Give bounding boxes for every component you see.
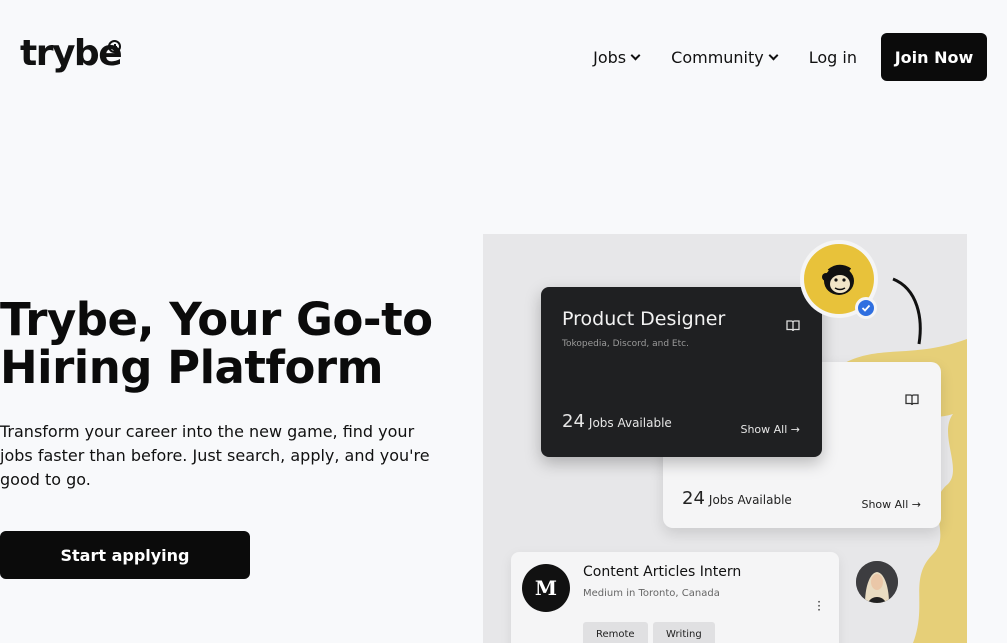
job-company-location: Medium in Toronto, Canada [583,588,720,599]
nav-community-dropdown[interactable]: Community [671,47,779,67]
chevron-down-icon [768,50,779,60]
hero-subtitle-line: good to go. [0,470,91,489]
job-title: Product Designer [562,308,726,330]
user-avatar [856,561,898,603]
location-prefix: in [626,588,636,599]
company-name: Medium [583,588,623,599]
job-tag: Writing [653,622,715,643]
book-icon [786,320,800,332]
hero-subtitle-line: Transform your career into the new game,… [0,422,415,441]
hero-subtitle: Transform your career into the new game,… [0,420,440,492]
jobs-count-number: 24 [562,411,585,432]
featured-job-card[interactable]: Product Designer Tokopedia, Discord, and… [541,287,822,457]
more-options-icon[interactable]: · · · [817,596,821,616]
verified-badge-icon [855,297,877,319]
monkey-icon [822,264,854,295]
hero-title: Trybe, Your Go-to Hiring Platform [0,296,433,392]
logo-plus-icon [108,40,121,53]
show-all-link[interactable]: Show All → [740,423,800,436]
job-companies: Tokopedia, Discord, and Etc. [562,339,689,349]
job-location: Toronto, Canada [638,588,720,599]
start-applying-button[interactable]: Start applying [0,531,250,579]
jobs-count-label: Jobs Available [708,493,792,507]
hero-title-line: Trybe, Your Go-to [0,293,433,346]
show-all-link[interactable]: Show All → [861,498,921,511]
book-icon [905,394,919,406]
jobs-count: 24 Jobs Available [562,411,672,432]
medium-logo-icon: M [522,564,570,612]
jobs-count: 24 Jobs Available [682,488,792,509]
hero-illustration: 24 Jobs Available Show All → Product Desi… [483,234,967,643]
nav-jobs-dropdown[interactable]: Jobs [593,47,641,67]
trybe-logo[interactable]: trybe [20,34,123,74]
person-photo-icon [856,561,898,603]
nav-community-label: Community [671,47,764,67]
jobs-count-number: 24 [682,488,705,509]
chevron-down-icon [630,50,641,60]
nav-jobs-label: Jobs [593,47,627,67]
check-icon [861,304,871,312]
hero-title-line: Hiring Platform [0,341,383,394]
job-tag: Remote [583,622,648,643]
jobs-count-label: Jobs Available [588,416,672,430]
top-nav: Jobs Community Log in Join Now [593,33,987,81]
join-now-button[interactable]: Join Now [881,33,987,81]
login-link[interactable]: Log in [809,48,857,67]
job-title: Content Articles Intern [583,564,742,580]
hero-subtitle-line: jobs faster than before. Just search, ap… [0,446,430,465]
job-listing-card[interactable]: M Content Articles Intern Medium in Toro… [511,552,839,643]
page: trybe Jobs Community Log in Join Now Try… [0,0,1007,643]
